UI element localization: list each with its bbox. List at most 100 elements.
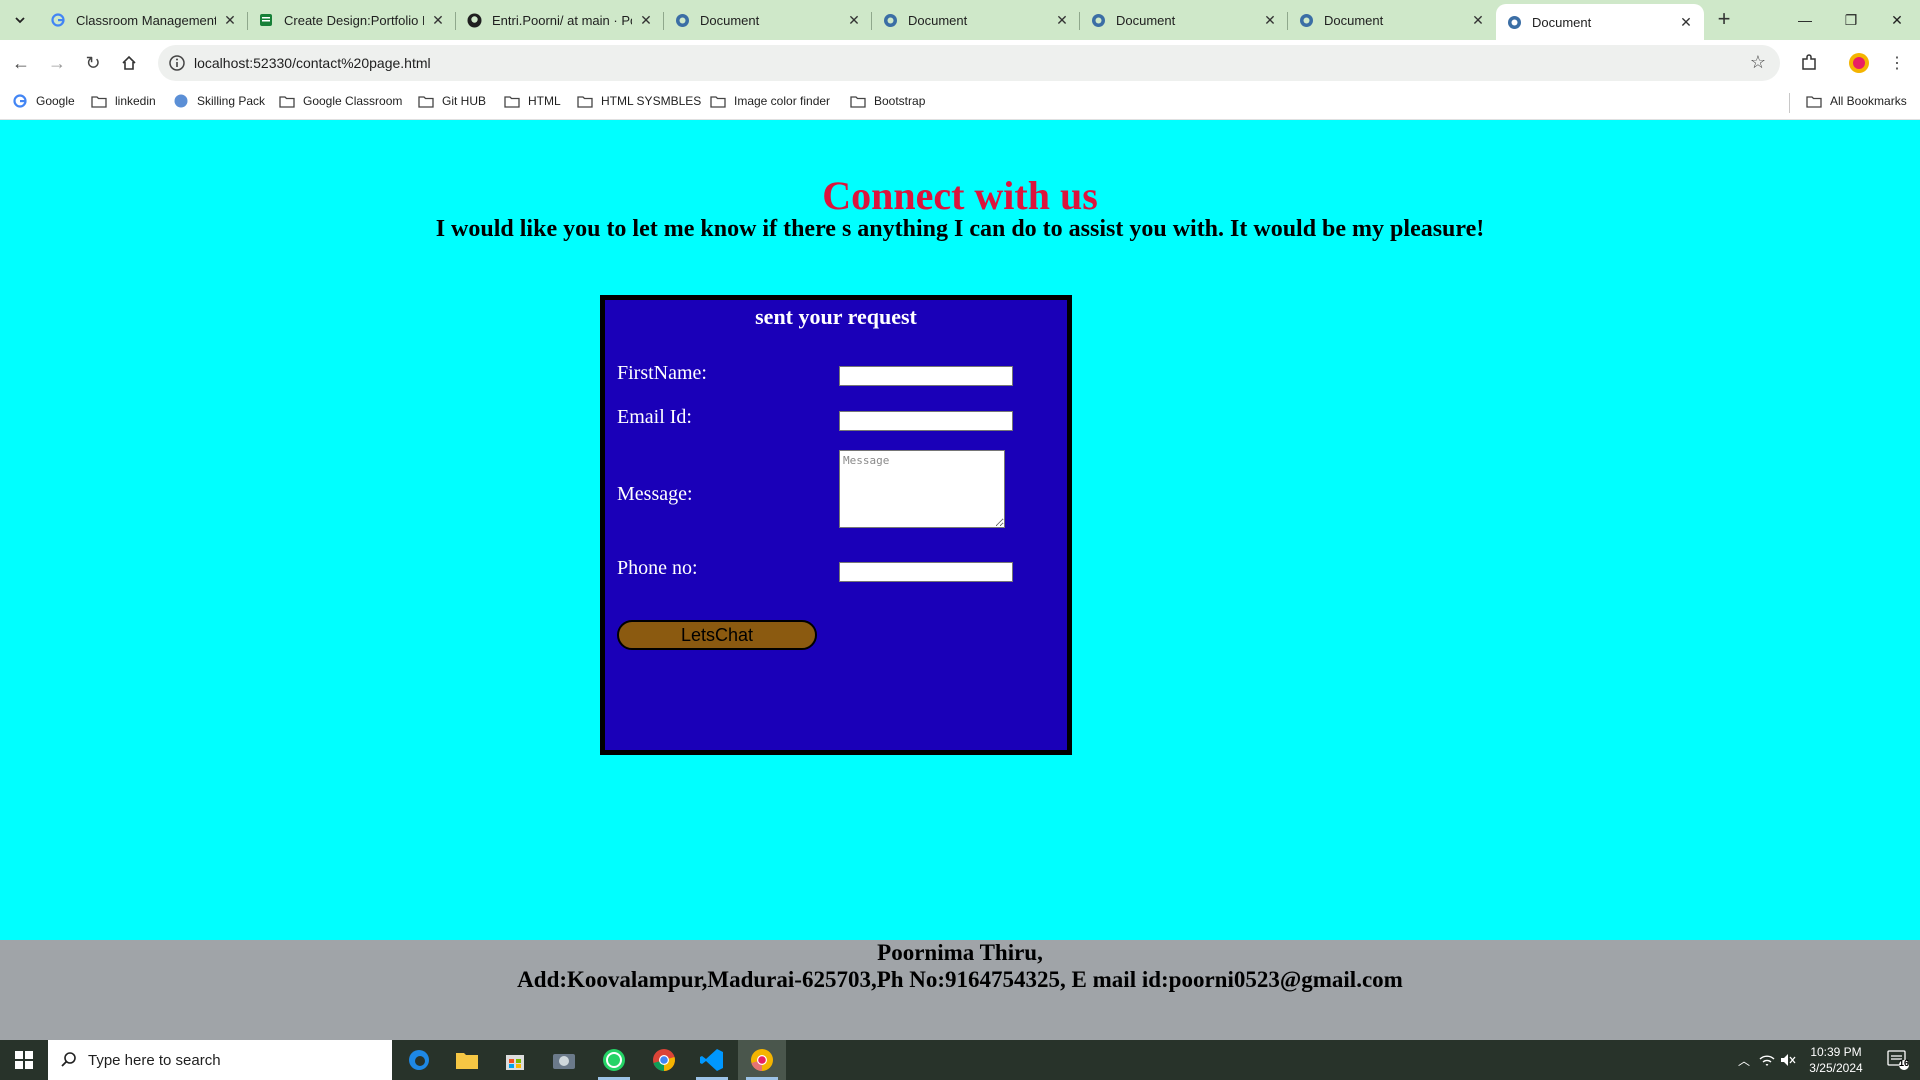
sheets-icon <box>258 12 274 28</box>
firstname-input[interactable] <box>839 366 1013 386</box>
vscode-icon <box>700 1049 723 1071</box>
contact-form: sent your request FirstName: Email Id: M… <box>600 295 1072 755</box>
tab-5[interactable]: Document ✕ <box>1080 0 1288 40</box>
whatsapp-app[interactable] <box>590 1040 638 1080</box>
edge-app[interactable] <box>395 1040 443 1080</box>
chevron-up-icon: ︿ <box>1737 1053 1750 1068</box>
url-text[interactable]: localhost:52330/contact%20page.html <box>194 55 431 71</box>
close-icon[interactable]: ✕ <box>1470 12 1486 28</box>
folder-icon <box>456 1053 478 1069</box>
tab-search-button[interactable] <box>8 8 32 32</box>
reload-button[interactable]: ↻ <box>80 50 106 76</box>
bookmark-html-sysmbles[interactable]: HTML SYSMBLES <box>577 94 701 108</box>
folder-icon <box>577 94 593 108</box>
restore-button[interactable]: ❐ <box>1828 0 1874 40</box>
chrome-icon <box>653 1049 675 1071</box>
email-input[interactable] <box>839 411 1013 431</box>
bookmark-star-icon[interactable]: ☆ <box>1750 52 1766 73</box>
taskbar-clock[interactable]: 10:39 PM 3/25/2024 <box>1796 1044 1876 1076</box>
menu-button[interactable]: ⋮ <box>1884 50 1910 76</box>
bookmark-label: linkedin <box>115 94 156 108</box>
taskbar-search[interactable]: Type here to search <box>48 1040 392 1080</box>
extensions-button[interactable] <box>1796 50 1822 76</box>
arrow-left-icon: ← <box>12 52 30 73</box>
reload-icon: ↻ <box>85 52 101 73</box>
chrome-canary-app[interactable] <box>738 1040 786 1080</box>
minimize-button[interactable]: — <box>1782 0 1828 40</box>
footer-address: Add:Koovalampur,Madurai-625703,Ph No:916… <box>517 967 1403 992</box>
close-icon[interactable]: ✕ <box>638 12 654 28</box>
bookmark-label: All Bookmarks <box>1830 94 1907 108</box>
bookmark-linkedin[interactable]: linkedin <box>91 94 156 108</box>
github-icon <box>466 12 482 28</box>
bookmark-google-classroom[interactable]: Google Classroom <box>279 94 402 108</box>
bookmark-label: Git HUB <box>442 94 487 108</box>
bookmark-label: HTML SYSMBLES <box>601 94 702 108</box>
network-button[interactable] <box>1756 1040 1778 1080</box>
kebab-menu-icon: ⋮ <box>1889 55 1905 72</box>
close-icon[interactable]: ✕ <box>1678 14 1694 30</box>
footer-name: Poornima Thiru, <box>877 940 1043 965</box>
back-button[interactable]: ← <box>8 50 34 76</box>
tab-7-active[interactable]: Document ✕ <box>1496 4 1704 40</box>
bookmark-google[interactable]: Google <box>12 94 75 108</box>
bookmark-bootstrap[interactable]: Bootstrap <box>850 94 925 108</box>
close-icon[interactable]: ✕ <box>430 12 446 28</box>
message-textarea[interactable] <box>839 450 1005 528</box>
letschat-button[interactable]: LetsChat <box>617 620 817 650</box>
volume-button[interactable] <box>1778 1040 1798 1080</box>
close-icon[interactable]: ✕ <box>1054 12 1070 28</box>
speaker-muted-icon <box>1781 1054 1796 1066</box>
close-window-button[interactable]: ✕ <box>1874 0 1920 40</box>
tab-strip: Classroom Management T ✕ Create Design:P… <box>0 0 1920 40</box>
close-icon[interactable]: ✕ <box>1262 12 1278 28</box>
show-hidden-icons-button[interactable]: ︿ <box>1732 1040 1756 1080</box>
tab-3[interactable]: Document ✕ <box>664 0 872 40</box>
tab-4[interactable]: Document ✕ <box>872 0 1080 40</box>
chevron-down-icon <box>15 17 25 24</box>
notification-center-button[interactable]: 16 <box>1876 1040 1920 1080</box>
bookmark-git-hub[interactable]: Git HUB <box>418 94 486 108</box>
bookmark-skilling-pack[interactable]: Skilling Pack <box>173 94 265 108</box>
notification-count: 16 <box>1899 1058 1910 1068</box>
chrome-app[interactable] <box>640 1040 688 1080</box>
profile-button[interactable] <box>1846 50 1872 76</box>
forward-button[interactable]: → <box>44 50 70 76</box>
tab-title: Document <box>1324 12 1384 28</box>
folder-icon <box>850 94 866 108</box>
tab-1[interactable]: Create Design:Portfolio H ✕ <box>248 0 456 40</box>
edge-icon <box>409 1050 429 1070</box>
tab-0[interactable]: Classroom Management T ✕ <box>40 0 248 40</box>
address-bar[interactable]: localhost:52330/contact%20page.html ☆ <box>158 45 1780 81</box>
start-button[interactable] <box>0 1040 48 1080</box>
camera-app[interactable] <box>540 1040 588 1080</box>
bookmark-image-color-finder[interactable]: Image color finder <box>710 94 830 108</box>
bookmarks-bar: Google linkedin Skilling Pack Google Cla… <box>0 86 1920 120</box>
phone-label: Phone no: <box>617 557 698 579</box>
file-explorer-app[interactable] <box>443 1040 491 1080</box>
close-icon[interactable]: ✕ <box>222 12 238 28</box>
page-subtitle: I would like you to let me know if there… <box>435 216 1485 242</box>
arrow-right-icon: → <box>48 52 66 73</box>
tab-6[interactable]: Document ✕ <box>1288 0 1496 40</box>
close-icon[interactable]: ✕ <box>846 12 862 28</box>
page-title: Connect with us <box>822 173 1098 218</box>
bookmark-html[interactable]: HTML <box>504 94 561 108</box>
window-controls: — ❐ ✕ <box>1782 0 1920 40</box>
globe-icon <box>1298 12 1314 28</box>
form-title: sent your request <box>755 304 917 329</box>
tab-title: Create Design:Portfolio H <box>284 12 424 28</box>
vscode-app[interactable] <box>688 1040 736 1080</box>
tab-2[interactable]: Entri.Poorni/ at main · Poo ✕ <box>456 0 664 40</box>
camera-icon <box>553 1054 575 1069</box>
phone-input[interactable] <box>839 562 1013 582</box>
globe-icon <box>882 12 898 28</box>
site-info-icon[interactable] <box>168 54 186 72</box>
new-tab-button[interactable]: + <box>1710 6 1738 34</box>
home-button[interactable] <box>116 50 142 76</box>
bookmark-label: Google <box>36 94 75 108</box>
tab-title: Entri.Poorni/ at main · Poo <box>492 12 632 28</box>
all-bookmarks-button[interactable]: All Bookmarks <box>1806 94 1907 108</box>
tab-title: Document <box>1532 14 1592 30</box>
store-app[interactable] <box>491 1040 539 1080</box>
